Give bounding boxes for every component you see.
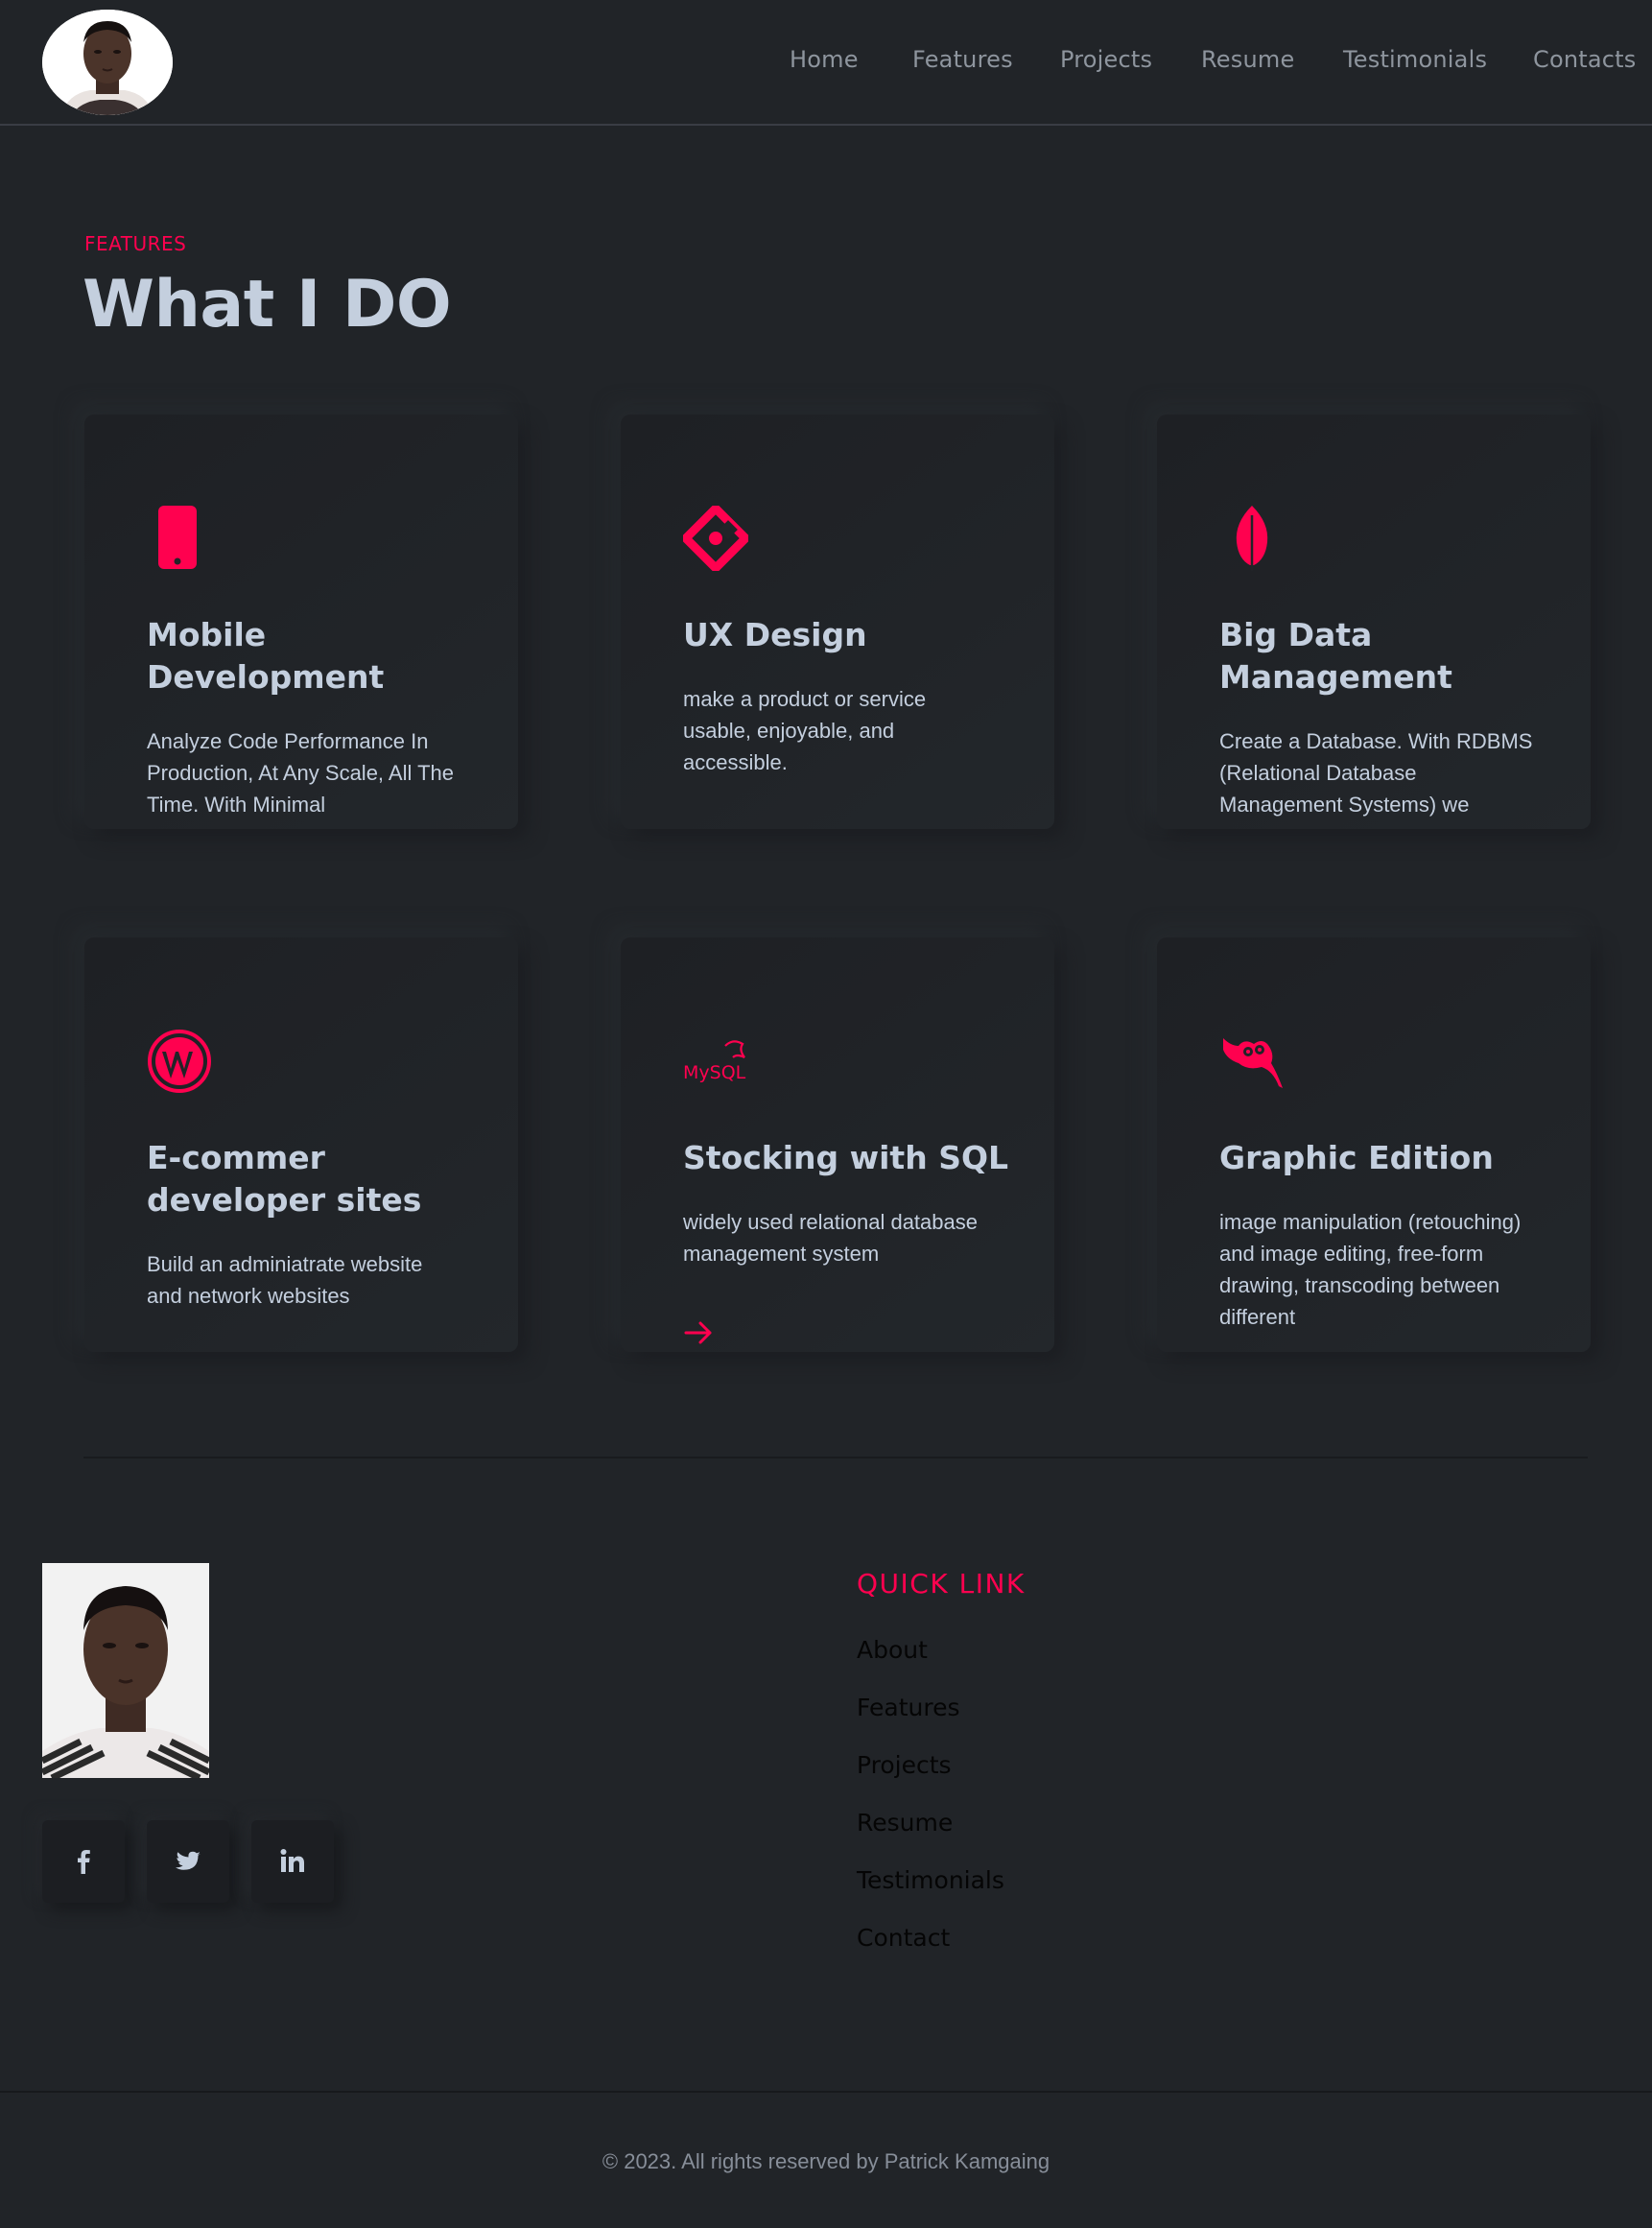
nav-testimonials[interactable]: Testimonials: [1343, 46, 1487, 73]
feature-card-title: Mobile Development: [147, 616, 385, 696]
feature-card-title: Big Data Management: [1219, 616, 1452, 696]
feature-card-graphic[interactable]: Graphic Edition image manipulation (reto…: [1157, 937, 1591, 1352]
feature-card-title: Graphic Edition: [1219, 1139, 1494, 1176]
twitter-icon: [176, 1851, 201, 1870]
quick-link-testimonials[interactable]: Testimonials: [857, 1866, 1004, 1894]
section-eyebrow: FEATURES: [84, 232, 187, 255]
section-title: What I DO: [83, 267, 452, 343]
nav-home[interactable]: Home: [790, 46, 859, 73]
header-avatar[interactable]: [42, 10, 173, 115]
feature-card-ux[interactable]: UX Design make a product or service usab…: [621, 415, 1054, 829]
quick-link-title: QUICK LINK: [857, 1568, 1026, 1600]
feature-card-text: Build an adminiatrate website and networ…: [147, 1252, 423, 1308]
portrait-image: [42, 10, 173, 115]
linkedin-button[interactable]: [251, 1820, 334, 1903]
quick-link-resume[interactable]: Resume: [857, 1809, 953, 1837]
feature-card-bigdata[interactable]: Big Data Management Create a Database. Wi…: [1157, 415, 1591, 829]
wordpress-icon: [147, 1029, 212, 1094]
portrait-image: [42, 1563, 209, 1778]
feature-card-text: widely used relational database manageme…: [683, 1210, 978, 1266]
ux-diamond-icon: [683, 506, 748, 571]
feature-card-title: Stocking with SQL: [683, 1139, 1009, 1176]
mobile-phone-icon: [147, 506, 212, 571]
feature-card-text: Analyze Code Performance In Production, …: [147, 729, 455, 817]
nav-contacts[interactable]: Contacts: [1533, 46, 1636, 73]
feature-card-text: make a product or service usable, enjoya…: [683, 687, 927, 774]
feature-card-ecommerce[interactable]: E-commer developer sites Build an adminia…: [84, 937, 518, 1352]
mysql-icon: MySQL: [683, 1029, 748, 1094]
linkedin-icon: [280, 1849, 304, 1872]
svg-text:MySQL: MySQL: [683, 1062, 746, 1083]
bottom-bar: © 2023. All rights reserved by Patrick K…: [0, 2091, 1652, 2228]
arrow-right-icon[interactable]: [683, 1317, 714, 1348]
feature-card-text: Create a Database. With RDBMS (Relationa…: [1219, 729, 1533, 817]
copyright-text: © 2023. All rights reserved by Patrick K…: [602, 2149, 1050, 2173]
quick-link-contact[interactable]: Contact: [857, 1924, 950, 1952]
feature-card-title: UX Design: [683, 616, 867, 653]
quick-link-projects[interactable]: Projects: [857, 1751, 952, 1779]
feature-card-title: E-commer developer sites: [147, 1139, 422, 1219]
nav-features[interactable]: Features: [912, 46, 1013, 73]
gimp-icon: [1219, 1029, 1285, 1094]
site-header: Home Features Projects Resume Testimonia…: [0, 0, 1652, 126]
twitter-button[interactable]: [147, 1820, 229, 1903]
leaf-icon: [1219, 506, 1285, 571]
feature-card-mobile[interactable]: Mobile Development Analyze Code Performan…: [84, 415, 518, 829]
quick-link-features[interactable]: Features: [857, 1694, 960, 1721]
feature-card-sql[interactable]: MySQL Stocking with SQL widely used rela…: [621, 937, 1054, 1352]
facebook-icon: [78, 1850, 90, 1874]
section-divider: [83, 1457, 1588, 1458]
feature-card-text: image manipulation (retouching) and imag…: [1219, 1210, 1522, 1329]
footer-portrait: [42, 1563, 209, 1778]
nav-projects[interactable]: Projects: [1060, 46, 1152, 73]
facebook-button[interactable]: [42, 1820, 125, 1903]
nav-resume[interactable]: Resume: [1201, 46, 1294, 73]
quick-link-about[interactable]: About: [857, 1636, 928, 1664]
